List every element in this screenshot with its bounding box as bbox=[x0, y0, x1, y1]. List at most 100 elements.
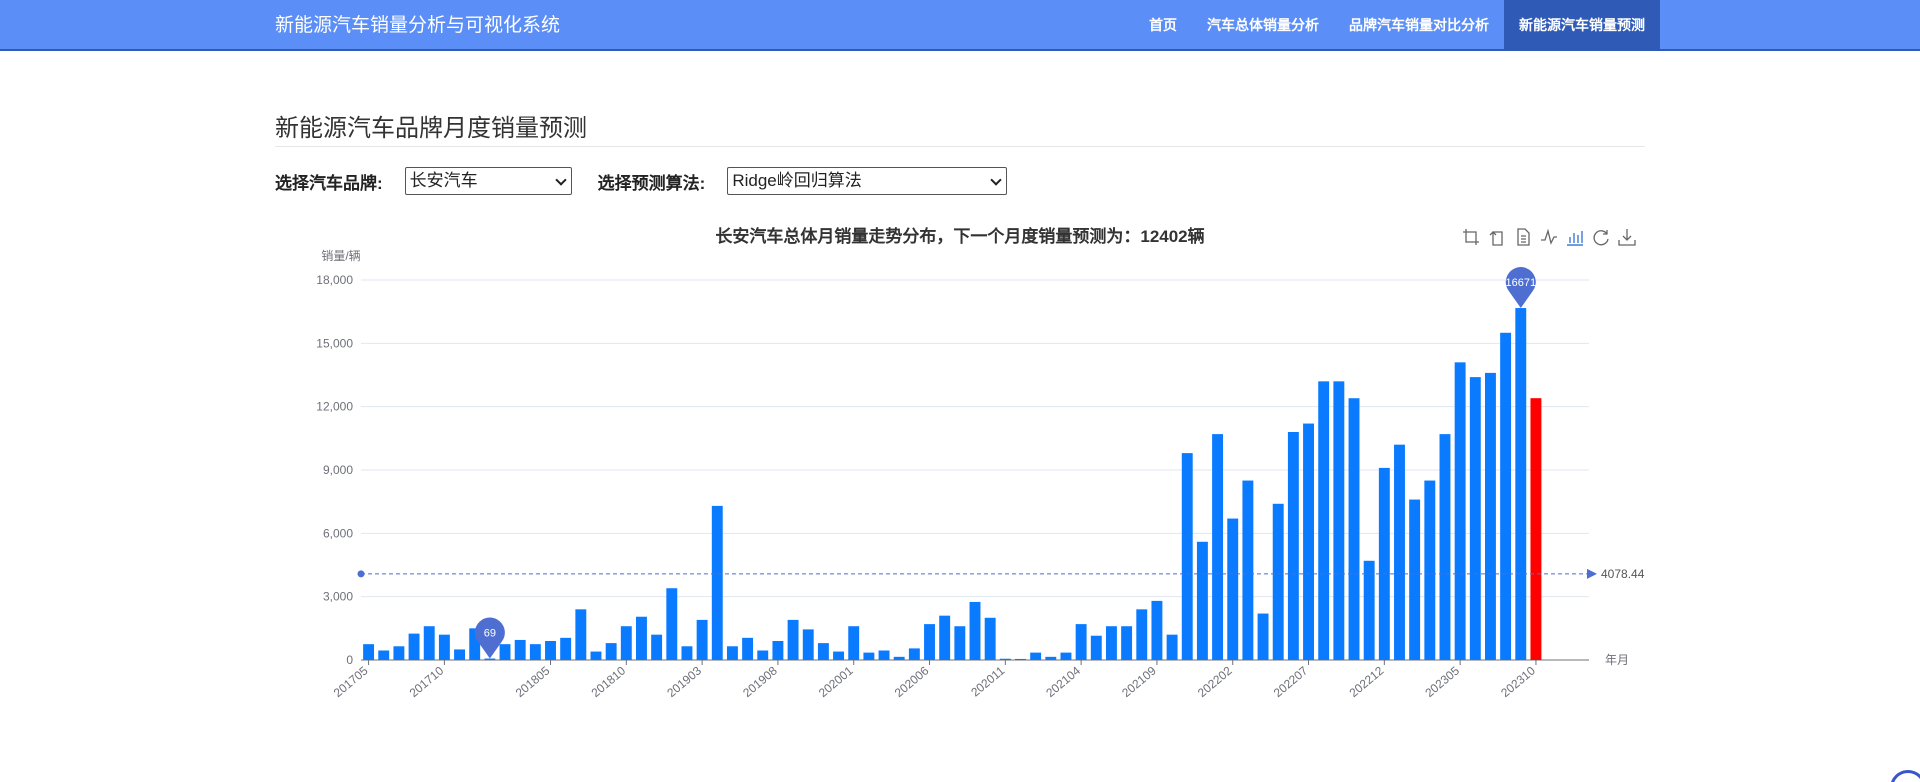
bar bbox=[878, 650, 890, 660]
x-axis-label: 年月 bbox=[1605, 653, 1629, 667]
y-tick-label: 15,000 bbox=[316, 336, 353, 350]
brand-select-value: 长安汽车 bbox=[409, 171, 478, 190]
bar bbox=[484, 658, 496, 660]
forecast-controls: 选择汽车品牌: 长安汽车 选择预测算法: Ridge岭回归算法 bbox=[275, 167, 1008, 195]
y-tick-label: 18,000 bbox=[316, 273, 353, 287]
x-tick-label: 202207 bbox=[1271, 663, 1311, 700]
bar bbox=[1409, 499, 1421, 660]
bar bbox=[1303, 423, 1314, 660]
algo-select-value: Ridge岭回归算法 bbox=[732, 171, 862, 190]
x-tick-label: 202305 bbox=[1422, 663, 1462, 700]
bar bbox=[1181, 453, 1193, 660]
brand-select-label: 选择汽车品牌: bbox=[275, 173, 383, 193]
y-tick-label: 6,000 bbox=[323, 526, 353, 540]
bar bbox=[1151, 600, 1163, 660]
bar bbox=[833, 651, 845, 660]
y-tick-label: 9,000 bbox=[323, 463, 353, 477]
bar bbox=[1015, 658, 1026, 660]
bar bbox=[1363, 560, 1375, 660]
x-tick-label: 202104 bbox=[1043, 663, 1083, 700]
page-title: 新能源汽车品牌月度销量预测 bbox=[275, 115, 587, 142]
bar bbox=[1454, 362, 1466, 660]
bar bbox=[590, 651, 602, 660]
x-tick-label: 201710 bbox=[407, 663, 447, 700]
bar bbox=[1105, 626, 1117, 660]
nav-item-sales-forecast[interactable]: 新能源汽车销量预测 bbox=[1504, 0, 1660, 51]
bar bbox=[1318, 381, 1330, 660]
nav-item-home[interactable]: 首页 bbox=[1134, 0, 1192, 51]
bar bbox=[393, 646, 405, 660]
bar bbox=[817, 643, 829, 660]
bar bbox=[1484, 372, 1496, 660]
bar bbox=[772, 641, 784, 660]
bar bbox=[787, 619, 799, 660]
x-tick-label: 202011 bbox=[968, 663, 1007, 699]
top-navbar: 新能源汽车销量分析与可视化系统 首页 汽车总体销量分析 品牌汽车销量对比分析 新… bbox=[0, 0, 1920, 51]
bar bbox=[545, 641, 556, 660]
average-line-arrow bbox=[1587, 568, 1597, 579]
bar bbox=[969, 601, 981, 660]
x-tick-label: 201810 bbox=[589, 663, 629, 700]
chevron-down-icon bbox=[555, 174, 567, 186]
bar bbox=[696, 619, 708, 660]
bar bbox=[666, 588, 678, 660]
bar bbox=[1060, 652, 1072, 660]
x-tick-label: 201908 bbox=[740, 663, 780, 700]
bar bbox=[438, 634, 450, 660]
brand-select[interactable]: 长安汽车 bbox=[404, 167, 572, 195]
x-tick-label: 201805 bbox=[513, 663, 553, 700]
bar bbox=[908, 648, 920, 660]
bar bbox=[423, 626, 435, 660]
max-mark-point-label: 16671 bbox=[1505, 277, 1536, 289]
y-tick-label: 3,000 bbox=[323, 590, 353, 604]
bar bbox=[1212, 434, 1224, 660]
bar bbox=[1439, 434, 1451, 660]
main-nav: 首页 汽车总体销量分析 品牌汽车销量对比分析 新能源汽车销量预测 bbox=[1134, 0, 1660, 51]
x-tick-label: 202109 bbox=[1119, 663, 1159, 700]
bar bbox=[1500, 332, 1512, 660]
bar bbox=[999, 658, 1011, 660]
nav-item-overall-sales[interactable]: 汽车总体销量分析 bbox=[1192, 0, 1334, 51]
bar bbox=[863, 652, 875, 660]
app-brand-title[interactable]: 新能源汽车销量分析与可视化系统 bbox=[275, 0, 560, 51]
nav-item-brand-compare[interactable]: 品牌汽车销量对比分析 bbox=[1334, 0, 1504, 51]
bar bbox=[454, 649, 466, 660]
bar bbox=[1378, 467, 1390, 660]
bar bbox=[620, 626, 632, 660]
average-line-start-dot bbox=[357, 570, 365, 578]
bar bbox=[1333, 381, 1345, 660]
bar bbox=[636, 616, 647, 660]
bar bbox=[742, 637, 754, 660]
bar bbox=[1196, 541, 1208, 660]
bar bbox=[1166, 634, 1178, 660]
bar bbox=[954, 626, 966, 660]
algo-select[interactable]: Ridge岭回归算法 bbox=[727, 167, 1008, 195]
bar bbox=[939, 615, 951, 660]
bar bbox=[408, 633, 420, 660]
bar bbox=[1287, 432, 1299, 660]
y-axis-label: 销量/辆 bbox=[321, 249, 360, 263]
x-tick-label: 201903 bbox=[664, 663, 704, 700]
title-divider bbox=[275, 146, 1645, 147]
bar bbox=[1424, 480, 1436, 660]
bar bbox=[363, 644, 375, 660]
bar bbox=[605, 643, 617, 660]
bar bbox=[1469, 377, 1481, 660]
bar bbox=[575, 609, 587, 660]
bar bbox=[514, 639, 526, 660]
x-tick-label: 201705 bbox=[331, 663, 371, 700]
bar bbox=[802, 629, 814, 660]
bar bbox=[1515, 308, 1527, 660]
bar bbox=[984, 617, 996, 660]
x-tick-label: 202310 bbox=[1498, 663, 1538, 700]
floating-help-button[interactable] bbox=[1890, 770, 1920, 782]
bar bbox=[848, 626, 860, 660]
bar bbox=[681, 646, 693, 660]
bar bbox=[378, 650, 390, 660]
bar bbox=[1227, 518, 1239, 660]
x-tick-label: 202202 bbox=[1195, 663, 1235, 700]
x-tick-label: 202212 bbox=[1347, 663, 1387, 700]
bar bbox=[1075, 624, 1087, 660]
y-tick-label: 0 bbox=[346, 653, 353, 667]
bar bbox=[560, 637, 572, 660]
